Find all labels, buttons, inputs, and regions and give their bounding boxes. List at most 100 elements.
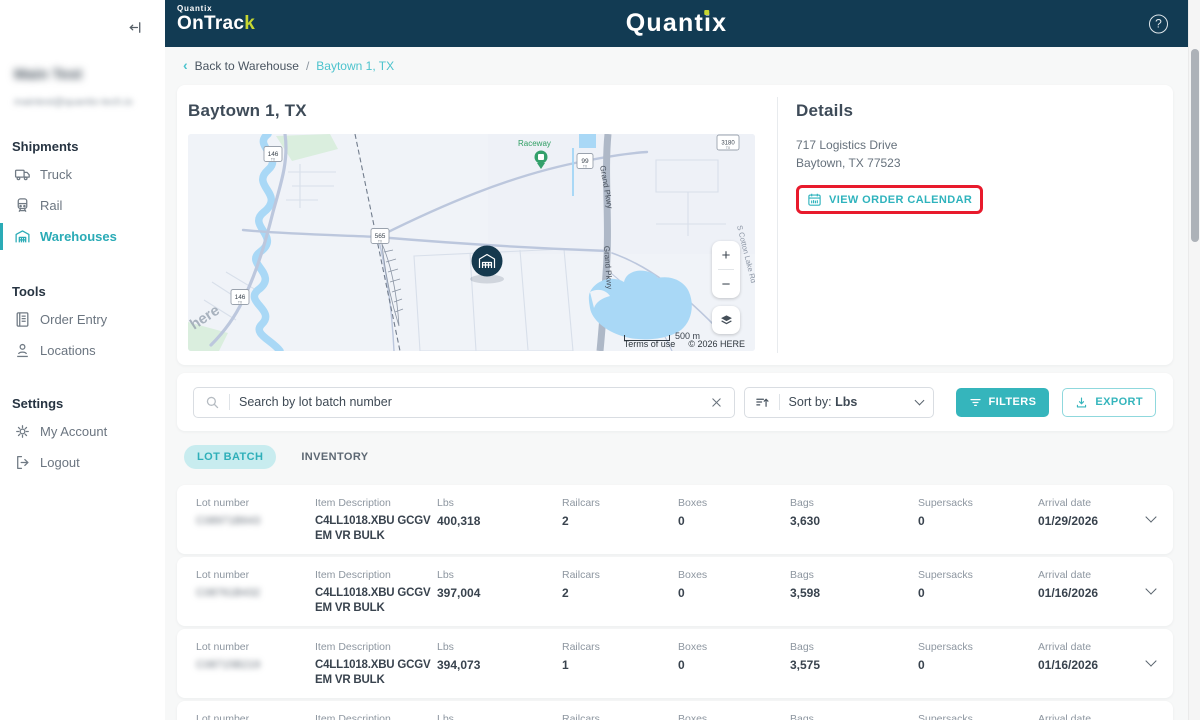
lot-number-value: C08715B219 xyxy=(196,659,261,671)
sidebar-item-warehouses[interactable]: Warehouses xyxy=(0,221,165,252)
export-button[interactable]: EXPORT xyxy=(1062,387,1156,417)
railcars-value: 2 xyxy=(562,586,569,600)
svg-text:TX: TX xyxy=(238,301,243,305)
col-label-lbs: Lbs xyxy=(437,641,454,653)
col-label-boxes: Boxes xyxy=(678,569,708,581)
clear-search-button[interactable] xyxy=(710,396,723,409)
col-label-arrival-date: Arrival date xyxy=(1038,713,1092,720)
truck-icon xyxy=(14,166,31,183)
breadcrumb-current[interactable]: Baytown 1, TX xyxy=(316,59,394,73)
map-layers-button[interactable] xyxy=(712,306,740,334)
col-label-supersacks: Supersacks xyxy=(918,569,973,581)
table-row[interactable]: Lot number C08761B432 Item Description C4L… xyxy=(177,557,1173,626)
expand-row-button[interactable] xyxy=(1145,583,1157,595)
tab-lot-batch[interactable]: LOT BATCH xyxy=(184,445,277,469)
sidebar-item-my-account[interactable]: My Account xyxy=(0,416,165,447)
col-label-bags: Bags xyxy=(790,569,814,581)
page-content: Baytown 1, TX Grand Pkwy Grand Pkwy S Co… xyxy=(165,85,1188,720)
expand-row-button[interactable] xyxy=(1145,655,1157,667)
logo-part-1: Quant xyxy=(625,9,704,37)
details-heading: Details xyxy=(796,101,854,120)
sidebar-item-rail[interactable]: Rail xyxy=(0,190,165,221)
search-box xyxy=(193,386,735,418)
map-terms-link[interactable]: Terms of use xyxy=(624,339,676,349)
sidebar-item-label: My Account xyxy=(40,424,108,439)
col-label-supersacks: Supersacks xyxy=(918,713,973,720)
svg-text:TX: TX xyxy=(271,158,276,162)
table-row[interactable]: Lot number Item Description Lbs Railcars… xyxy=(177,701,1173,720)
col-label-bags: Bags xyxy=(790,641,814,653)
sidebar-item-label: Truck xyxy=(40,167,73,182)
arrival-date-value: 01/29/2026 xyxy=(1038,514,1099,528)
expand-row-button[interactable] xyxy=(1145,511,1157,523)
warehouse-map-column: Baytown 1, TX Grand Pkwy Grand Pkwy S Co… xyxy=(177,85,777,365)
col-label-railcars: Railcars xyxy=(562,713,600,720)
tab-inventory[interactable]: INVENTORY xyxy=(301,451,368,463)
table-row[interactable]: Lot number C08971B643 Item Description C4L… xyxy=(177,485,1173,554)
col-label-railcars: Railcars xyxy=(562,569,600,581)
brand-ontrack-accent: k xyxy=(244,13,256,34)
col-label-item-description: Item Description xyxy=(315,497,391,509)
lot-number-value: C08761B432 xyxy=(196,587,261,599)
map-zoom-in-button[interactable]: + xyxy=(712,241,740,269)
col-label-boxes: Boxes xyxy=(678,713,708,720)
sidebar-section-shipments: Shipments Truck Rail Warehouses xyxy=(0,139,165,252)
sidebar-item-logout[interactable]: Logout xyxy=(0,447,165,478)
railcars-value: 2 xyxy=(562,514,569,528)
sort-icon xyxy=(755,395,770,410)
supersacks-value: 0 xyxy=(918,586,925,600)
breadcrumb-back-link[interactable]: Back to Warehouse xyxy=(195,59,299,73)
brand-quantix-small: Quantix xyxy=(177,4,213,13)
view-order-calendar-button[interactable]: VIEW ORDER CALENDAR xyxy=(807,192,972,207)
table-row[interactable]: Lot number C08715B219 Item Description C4L… xyxy=(177,629,1173,698)
vertical-scrollbar[interactable] xyxy=(1188,0,1200,720)
filters-button[interactable]: FILTERS xyxy=(955,387,1050,417)
divider xyxy=(778,394,780,410)
bags-value: 3,575 xyxy=(790,658,821,672)
bags-value: 3,598 xyxy=(790,586,821,600)
sidebar-item-truck[interactable]: Truck xyxy=(0,159,165,190)
lot-batch-list: Lot number C08971B643 Item Description C4L… xyxy=(177,485,1173,720)
close-icon xyxy=(710,396,723,409)
gear-icon xyxy=(14,423,31,440)
export-label: EXPORT xyxy=(1095,396,1143,408)
lot-number-value: C08971B643 xyxy=(196,515,261,527)
scrollbar-thumb[interactable] xyxy=(1191,49,1199,242)
col-label-item-description: Item Description xyxy=(315,569,391,581)
filter-icon xyxy=(969,396,982,409)
road-shield-565: 565 TX xyxy=(370,228,390,244)
col-label-lot-number: Lot number xyxy=(196,569,250,581)
sidebar-item-order-entry[interactable]: Order Entry xyxy=(0,304,165,335)
warehouse-address: 717 Logistics Drive Baytown, TX 77523 xyxy=(796,136,1173,172)
arrival-date-value: 01/16/2026 xyxy=(1038,658,1099,672)
page-title: Baytown 1, TX xyxy=(188,101,307,120)
sidebar-collapse-button[interactable] xyxy=(128,20,143,35)
user-block: Main Test maintest@quantix-tech.io xyxy=(14,66,165,108)
lbs-value: 397,004 xyxy=(437,586,481,600)
warehouse-map[interactable]: Grand Pkwy Grand Pkwy S Cotton Lake Rd h… xyxy=(188,134,755,351)
map-zoom-controls: + − xyxy=(712,241,740,298)
boxes-value: 0 xyxy=(678,586,685,600)
arrival-date-value: 01/16/2026 xyxy=(1038,586,1099,600)
address-line-2: Baytown, TX 77523 xyxy=(796,156,901,170)
person-pin-icon xyxy=(14,342,31,359)
col-label-lbs: Lbs xyxy=(437,713,454,720)
sort-dropdown[interactable]: Sort by: Lbs xyxy=(743,386,934,418)
filters-label: FILTERS xyxy=(988,396,1037,408)
help-icon[interactable]: ? xyxy=(1149,14,1168,33)
chevron-down-icon xyxy=(914,395,924,405)
sidebar-item-label: Rail xyxy=(40,198,63,213)
supersacks-value: 0 xyxy=(918,514,925,528)
col-label-arrival-date: Arrival date xyxy=(1038,497,1092,509)
col-label-lbs: Lbs xyxy=(437,569,454,581)
sidebar: Main Test maintest@quantix-tech.io Shipm… xyxy=(0,0,165,720)
col-label-railcars: Railcars xyxy=(562,497,600,509)
search-input[interactable] xyxy=(239,395,701,409)
col-label-supersacks: Supersacks xyxy=(918,497,973,509)
sidebar-item-locations[interactable]: Locations xyxy=(0,335,165,366)
map-zoom-out-button[interactable]: − xyxy=(712,270,740,298)
search-toolbar: Sort by: Lbs FILTERS EXPORT xyxy=(177,373,1173,431)
brand-ontrack-white: OnTrac xyxy=(177,13,245,34)
calendar-icon xyxy=(807,192,822,207)
warehouse-map-marker[interactable] xyxy=(470,245,504,284)
